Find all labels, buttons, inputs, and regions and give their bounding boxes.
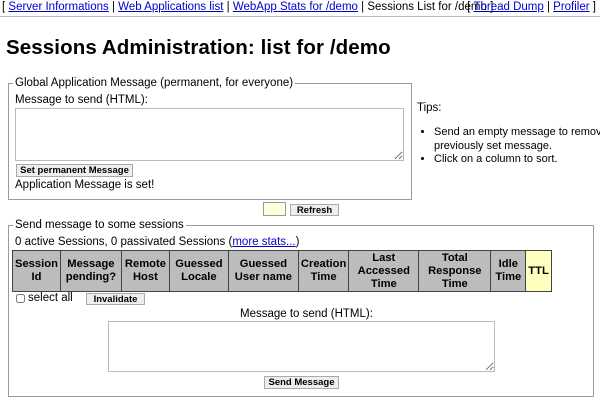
set-permanent-message-button[interactable]: Set permanent Message: [16, 164, 133, 177]
column-header-last-accessed-time[interactable]: Last Accessed Time: [348, 250, 420, 292]
nav-link-thread-dump[interactable]: Thread Dump: [473, 1, 543, 13]
send-message-textarea[interactable]: [108, 321, 495, 372]
global-message-label: Message to send (HTML):: [15, 94, 148, 106]
nav-right: [ Thread Dump | Profiler ]: [467, 1, 596, 13]
global-message-legend: Global Application Message (permanent, f…: [15, 77, 294, 89]
sessions-table-header-row: Session Id Message pending? Remote Host …: [12, 250, 552, 292]
nav-separator: |: [546, 1, 550, 13]
column-header-idle-time[interactable]: Idle Time: [490, 250, 527, 292]
nav-open-bracket: [: [467, 1, 471, 13]
tips-title: Tips:: [417, 102, 442, 114]
column-header-guessed-locale[interactable]: Guessed Locale: [168, 250, 229, 292]
nav-separator: |: [226, 1, 230, 13]
nav-link-webapp-stats[interactable]: WebApp Stats for /demo: [233, 1, 358, 13]
column-header-remote-host[interactable]: Remote Host: [120, 250, 170, 292]
column-header-ttl[interactable]: TTL: [525, 250, 552, 292]
page-title: Sessions Administration: list for /demo: [6, 36, 391, 59]
nav-link-web-applications-list[interactable]: Web Applications list: [118, 1, 223, 13]
tip-item: Click on a column to sort.: [434, 153, 600, 167]
send-message-label: Message to send (HTML):: [240, 308, 373, 320]
refresh-input[interactable]: [263, 202, 286, 216]
column-header-creation-time[interactable]: Creation Time: [297, 250, 350, 292]
nav-open-bracket: [: [2, 1, 6, 13]
top-nav: [ Server Informations | Web Applications…: [0, 0, 600, 17]
global-message-textarea[interactable]: [15, 108, 404, 161]
sessions-summary-text: 0 active Sessions, 0 passivated Sessions…: [15, 236, 233, 248]
select-all-label: select all: [28, 292, 73, 304]
select-all-checkbox[interactable]: [16, 294, 25, 303]
refresh-button[interactable]: Refresh: [290, 204, 339, 216]
nav-separator: |: [361, 1, 365, 13]
send-message-button[interactable]: Send Message: [264, 376, 339, 389]
application-message-status: Application Message is set!: [15, 179, 155, 191]
nav-close-bracket: ]: [592, 1, 596, 13]
tips-list: Send an empty message to remove previous…: [418, 126, 600, 167]
sessions-summary: 0 active Sessions, 0 passivated Sessions…: [15, 236, 299, 248]
nav-link-profiler[interactable]: Profiler: [553, 1, 589, 13]
nav-left: [ Server Informations | Web Applications…: [2, 1, 493, 13]
tip-item: Send an empty message to remove previous…: [434, 126, 600, 153]
column-header-message-pending[interactable]: Message pending?: [59, 250, 122, 292]
sessions-table: Session Id Message pending? Remote Host …: [12, 250, 552, 292]
sessions-summary-close: ): [295, 236, 300, 248]
column-header-guessed-user-name[interactable]: Guessed User name: [227, 250, 299, 292]
more-stats-link[interactable]: more stats...: [232, 236, 295, 248]
nav-link-server-informations[interactable]: Server Informations: [8, 1, 108, 13]
invalidate-button[interactable]: Invalidate: [86, 293, 145, 305]
send-message-legend: Send message to some sessions: [15, 219, 184, 231]
column-header-total-response-time[interactable]: Total Response Time: [418, 250, 492, 292]
nav-separator: |: [111, 1, 115, 13]
column-header-session-id[interactable]: Session Id: [12, 250, 61, 292]
